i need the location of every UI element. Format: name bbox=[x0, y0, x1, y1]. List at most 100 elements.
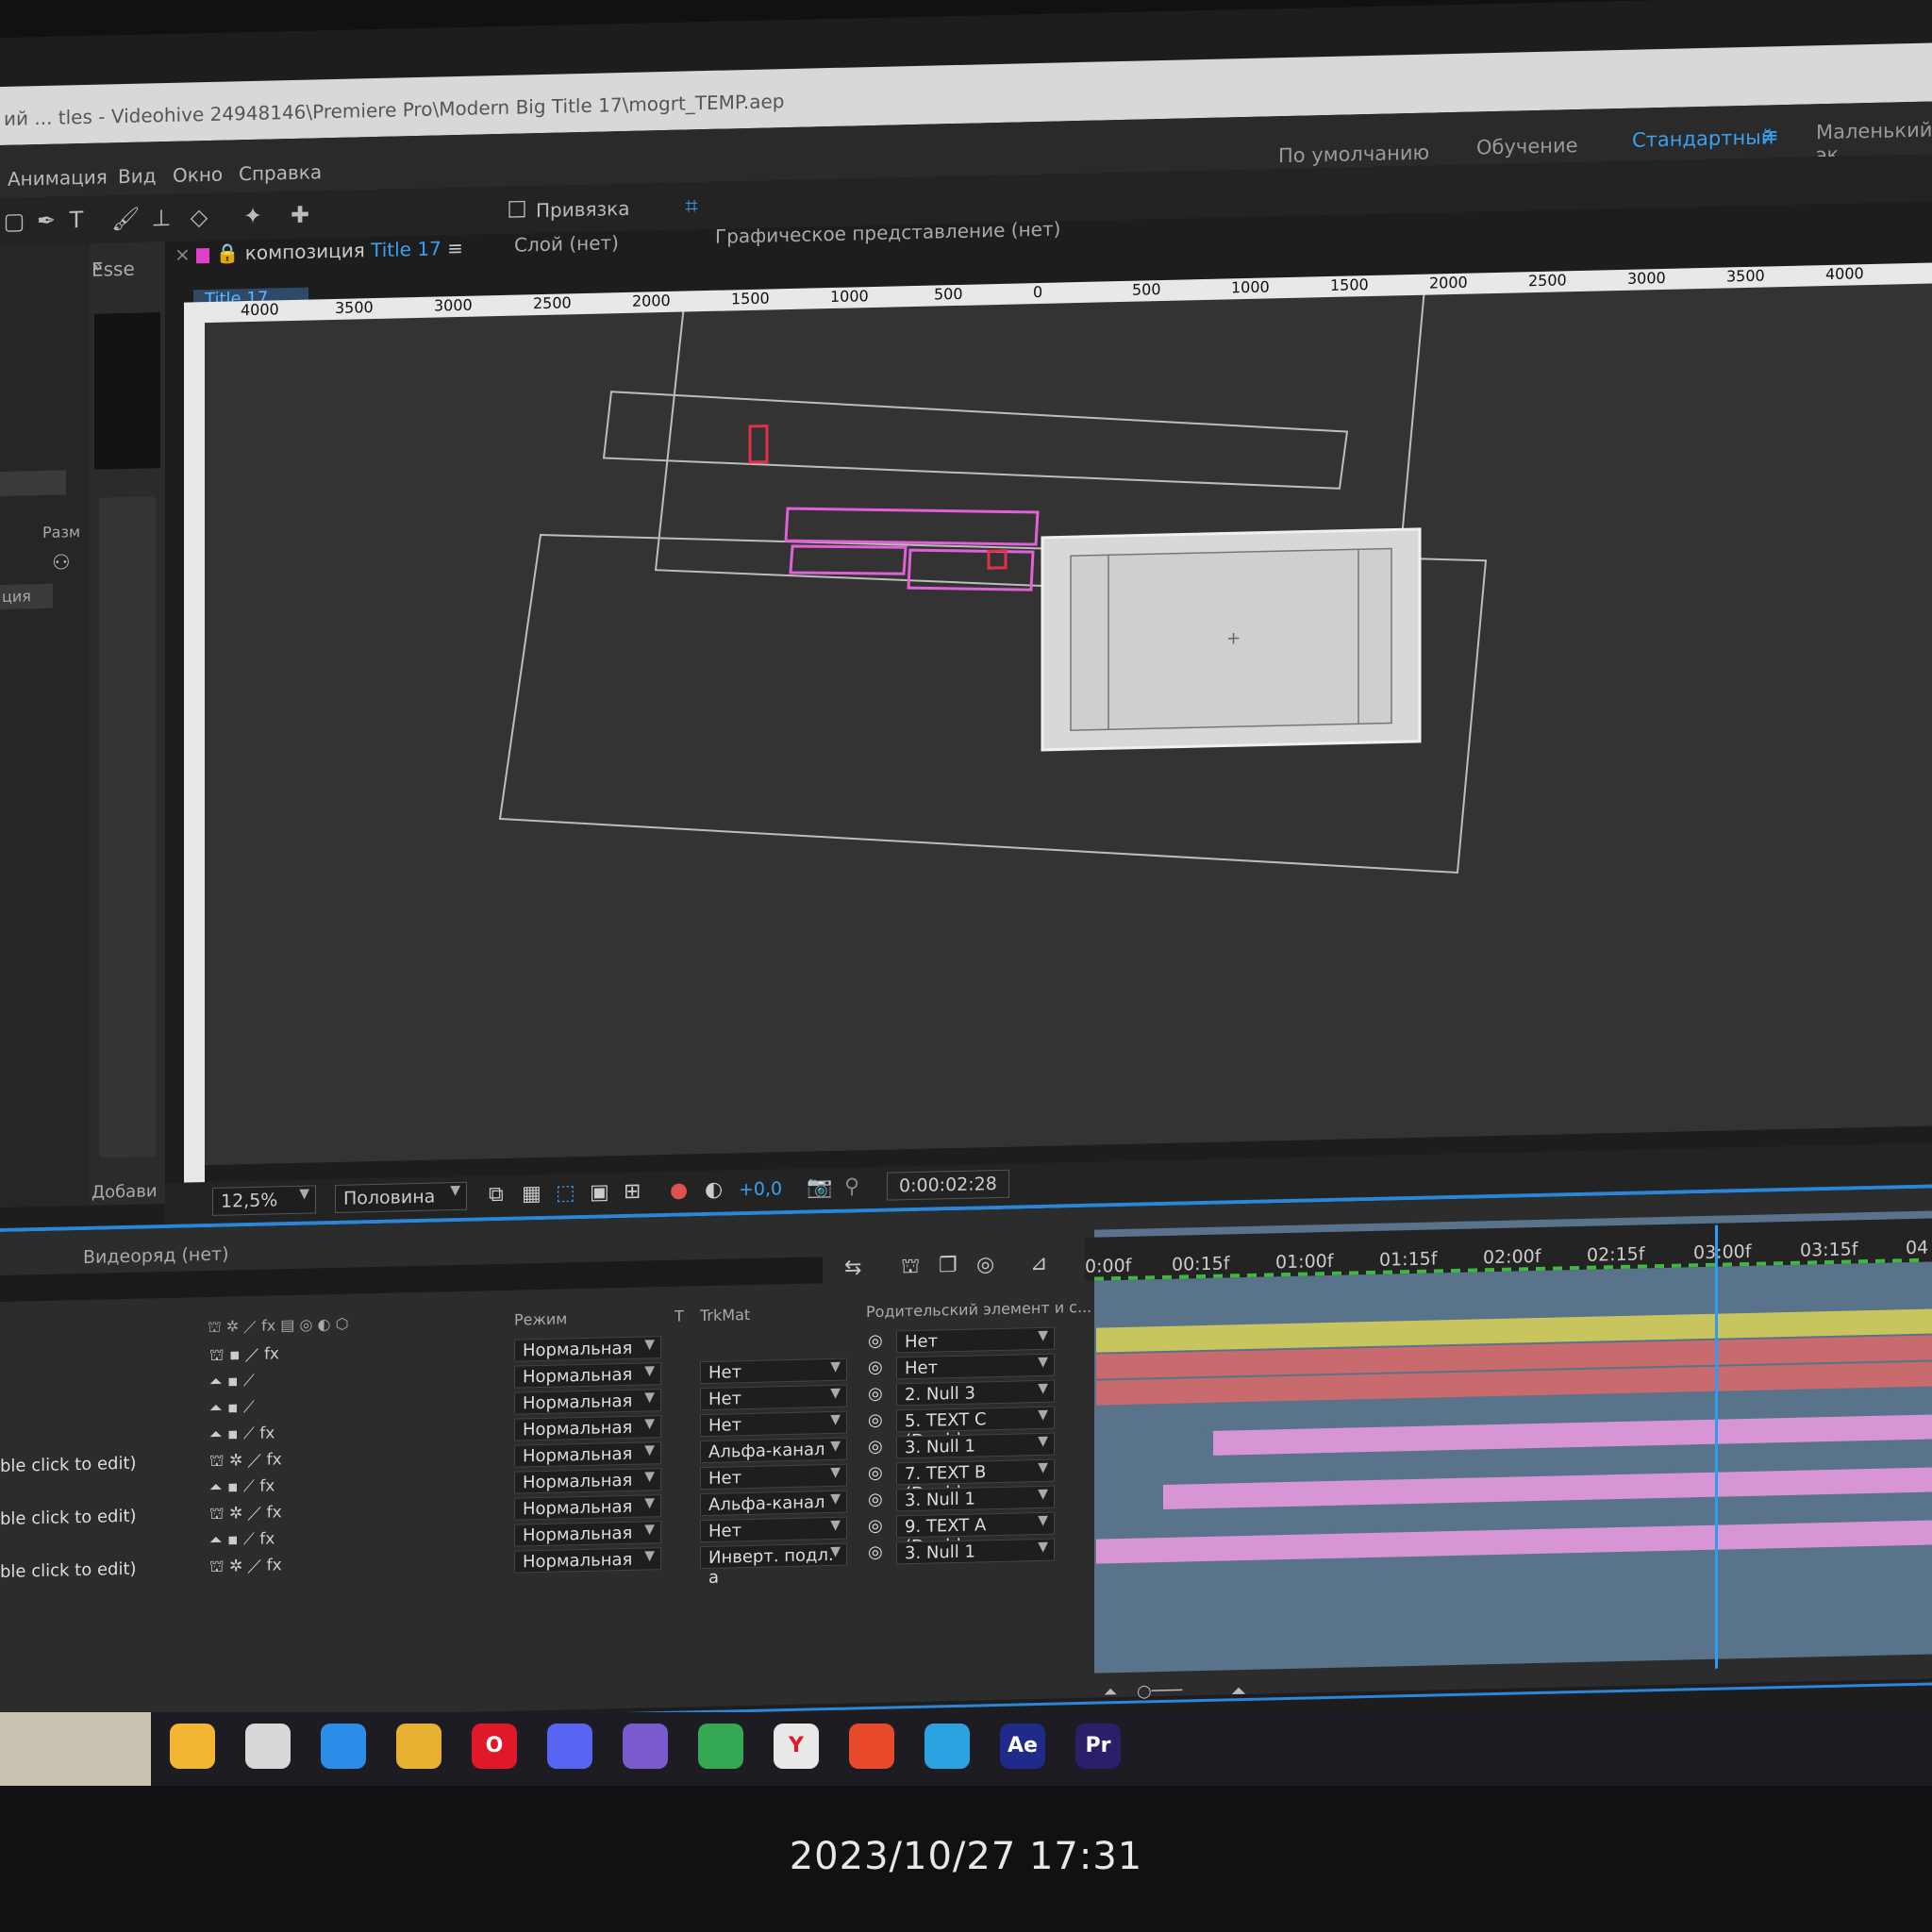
brush-tool-icon[interactable]: 🖌 bbox=[111, 206, 140, 233]
snap-checkbox-icon[interactable]: ☐ bbox=[505, 196, 529, 223]
workspace-learning[interactable]: Обучение bbox=[1476, 134, 1578, 158]
selection-tool-icon[interactable]: ▢ bbox=[2, 208, 26, 235]
composition-tab[interactable]: × 🔒 композиция Title 17 ≡ bbox=[175, 237, 463, 266]
layer-mode-dropdown[interactable]: Нормальная ▼ bbox=[514, 1547, 661, 1574]
text-tool-icon[interactable]: T bbox=[64, 207, 89, 233]
exposure-value[interactable]: +0,0 bbox=[739, 1178, 782, 1200]
pick-whip-icon[interactable]: ◎ bbox=[868, 1542, 883, 1562]
panel-menu-icon[interactable]: ≡ bbox=[447, 237, 463, 259]
layer-switches[interactable]: ⛫ ✲ ⟋ fx bbox=[209, 1450, 282, 1473]
store-icon[interactable] bbox=[245, 1724, 291, 1769]
clone-stamp-tool-icon[interactable]: ⊥ bbox=[149, 205, 174, 231]
layer-parent-dropdown[interactable]: 2. Null 3 ▼ bbox=[896, 1379, 1055, 1407]
menu-item-animation[interactable]: Анимация bbox=[8, 165, 108, 190]
layer-switches[interactable]: ⛫ ▪ ⟋ fx bbox=[209, 1344, 279, 1367]
layer-parent-dropdown[interactable]: 3. Null 1 ▼ bbox=[896, 1485, 1055, 1512]
zoom-slider[interactable]: ○─── bbox=[1137, 1681, 1182, 1702]
menu-item-view[interactable]: Вид bbox=[118, 164, 157, 188]
layer-switches[interactable]: ⛫ ✲ ⟋ fx bbox=[209, 1556, 282, 1578]
camera-snapshot-icon[interactable]: 📷 bbox=[807, 1175, 832, 1200]
shy-layers-icon[interactable]: ⛫ bbox=[901, 1255, 920, 1281]
lock-icon[interactable]: 🔒 bbox=[215, 242, 239, 265]
layer-switches[interactable]: ⏶ ▪ ⟋ fx bbox=[209, 1476, 275, 1497]
premiere-icon[interactable]: Pr bbox=[1075, 1724, 1121, 1769]
roto-brush-tool-icon[interactable]: ✦ bbox=[241, 203, 265, 229]
resolution-dropdown[interactable]: Половина ▼ bbox=[335, 1181, 467, 1213]
flowchart-icon[interactable]: ⚇ bbox=[52, 551, 71, 575]
layer-switches[interactable]: ⏶ ▪ ⟋ bbox=[209, 1398, 255, 1418]
workspace-default[interactable]: По умолчанию bbox=[1278, 142, 1429, 168]
yandex-icon[interactable]: Y bbox=[774, 1724, 819, 1769]
snap-options-icon[interactable]: ⌗ bbox=[679, 192, 704, 219]
desktop-thumbnail[interactable] bbox=[0, 1712, 151, 1786]
channel-icon[interactable]: ● bbox=[670, 1178, 688, 1202]
layer-mode-dropdown[interactable]: Нормальная ▼ bbox=[514, 1521, 661, 1547]
layer-mode-dropdown[interactable]: Нормальная ▼ bbox=[514, 1494, 661, 1521]
layer-trkmat-dropdown[interactable]: Нет ▼ bbox=[700, 1516, 847, 1543]
layer-parent-dropdown[interactable]: 9. TEXT A (Doubl▼ bbox=[896, 1511, 1055, 1557]
frame-blending-icon[interactable]: ❐ bbox=[939, 1254, 958, 1277]
layer-parent-dropdown[interactable]: 3. Null 1 ▼ bbox=[896, 1432, 1055, 1459]
pick-whip-icon[interactable]: ◎ bbox=[868, 1463, 883, 1483]
layer-mode-dropdown[interactable]: Нормальная ▼ bbox=[514, 1441, 661, 1468]
pick-whip-icon[interactable]: ◎ bbox=[868, 1357, 883, 1377]
safe-zones-icon[interactable]: ⧉ bbox=[489, 1183, 504, 1207]
composition-viewer[interactable]: + bbox=[189, 276, 1932, 1166]
comp-flowchart-icon[interactable]: ⇆ bbox=[844, 1256, 861, 1279]
layer-trkmat-dropdown[interactable]: Инверт. подл. а ▼ bbox=[700, 1542, 847, 1588]
show-snapshot-icon[interactable]: ⚲ bbox=[844, 1174, 859, 1198]
workspace-menu-icon[interactable]: ≡ bbox=[1762, 124, 1779, 146]
effects-tab-label[interactable]: Esse bbox=[92, 258, 135, 281]
pick-whip-icon[interactable]: ◎ bbox=[868, 1516, 883, 1536]
layer-trkmat-dropdown[interactable]: Нет ▼ bbox=[700, 1384, 847, 1411]
layer-mode-dropdown[interactable]: Нормальная ▼ bbox=[514, 1389, 661, 1415]
add-label[interactable]: Добави bbox=[92, 1181, 158, 1203]
zoom-dropdown[interactable]: 12,5% ▼ bbox=[212, 1185, 316, 1216]
mask-visibility-icon[interactable]: ⬚ bbox=[556, 1181, 575, 1205]
menu-item-help[interactable]: Справка bbox=[239, 160, 322, 185]
layer-trkmat-dropdown[interactable]: Нет ▼ bbox=[700, 1357, 847, 1385]
layer-parent-dropdown[interactable]: Нет ▼ bbox=[896, 1326, 1055, 1354]
telegram-icon[interactable] bbox=[924, 1724, 970, 1769]
layer-mode-dropdown[interactable]: Нормальная ▼ bbox=[514, 1468, 661, 1494]
graph-editor-icon[interactable]: ⊿ bbox=[1030, 1252, 1047, 1275]
layer-switches[interactable]: ⏶ ▪ ⟋ fx bbox=[209, 1424, 275, 1444]
motion-blur-icon[interactable]: ◎ bbox=[976, 1253, 994, 1276]
workspace-standard[interactable]: Стандартный bbox=[1632, 125, 1774, 151]
layer-switches[interactable]: ⏶ ▪ ⟋ bbox=[209, 1372, 255, 1391]
chrome-icon[interactable] bbox=[698, 1724, 743, 1769]
after-effects-icon[interactable]: Ae bbox=[1000, 1724, 1045, 1769]
layer-trkmat-dropdown[interactable]: Альфа-канал ▼ bbox=[700, 1437, 847, 1464]
zoom-out-icon[interactable]: ⏶ bbox=[1104, 1682, 1117, 1702]
puppet-pin-tool-icon[interactable]: ✚ bbox=[288, 202, 312, 228]
pick-whip-icon[interactable]: ◎ bbox=[868, 1410, 883, 1430]
current-time-display[interactable]: 0:00:02:28 bbox=[887, 1169, 1009, 1201]
grid-guides-icon[interactable]: ⊞ bbox=[624, 1180, 641, 1204]
layer-mode-dropdown[interactable]: Нормальная ▼ bbox=[514, 1362, 661, 1389]
layer-mode-dropdown[interactable]: Нормальная ▼ bbox=[514, 1336, 661, 1362]
layer-panel-tab[interactable]: Слой (нет) bbox=[514, 231, 619, 257]
discord-icon[interactable] bbox=[547, 1724, 592, 1769]
pick-whip-icon[interactable]: ◎ bbox=[868, 1437, 883, 1457]
layer-switches[interactable]: ⏶ ▪ ⟋ fx bbox=[209, 1529, 275, 1550]
layer-parent-dropdown[interactable]: 7. TEXT B (Doubl▼ bbox=[896, 1458, 1055, 1504]
opera-icon[interactable]: O bbox=[472, 1724, 517, 1769]
eraser-tool-icon[interactable]: ◇ bbox=[187, 204, 211, 230]
pick-whip-icon[interactable]: ◎ bbox=[868, 1490, 883, 1509]
pick-whip-icon[interactable]: ◎ bbox=[868, 1331, 883, 1351]
layer-parent-dropdown[interactable]: Нет ▼ bbox=[896, 1353, 1055, 1380]
color-management-icon[interactable]: ◐ bbox=[705, 1178, 723, 1202]
playhead[interactable] bbox=[1714, 1224, 1718, 1669]
layer-switches[interactable]: ⛫ ✲ ⟋ fx bbox=[209, 1503, 282, 1525]
pick-whip-icon[interactable]: ◎ bbox=[868, 1384, 883, 1404]
chrome-canary-icon[interactable] bbox=[396, 1724, 441, 1769]
menu-item-window[interactable]: Окно bbox=[173, 163, 223, 187]
pen-tool-icon[interactable]: ✒ bbox=[34, 208, 58, 234]
viber-icon[interactable] bbox=[623, 1724, 668, 1769]
layer-trkmat-dropdown[interactable]: Нет ▼ bbox=[700, 1463, 847, 1491]
layer-parent-dropdown[interactable]: 3. Null 1 ▼ bbox=[896, 1538, 1055, 1565]
mail-icon[interactable] bbox=[321, 1724, 366, 1769]
layer-trkmat-dropdown[interactable]: Альфа-канал ▼ bbox=[700, 1490, 847, 1517]
region-of-interest-icon[interactable]: ▣ bbox=[590, 1180, 609, 1204]
layer-trkmat-dropdown[interactable]: Нет ▼ bbox=[700, 1410, 847, 1438]
